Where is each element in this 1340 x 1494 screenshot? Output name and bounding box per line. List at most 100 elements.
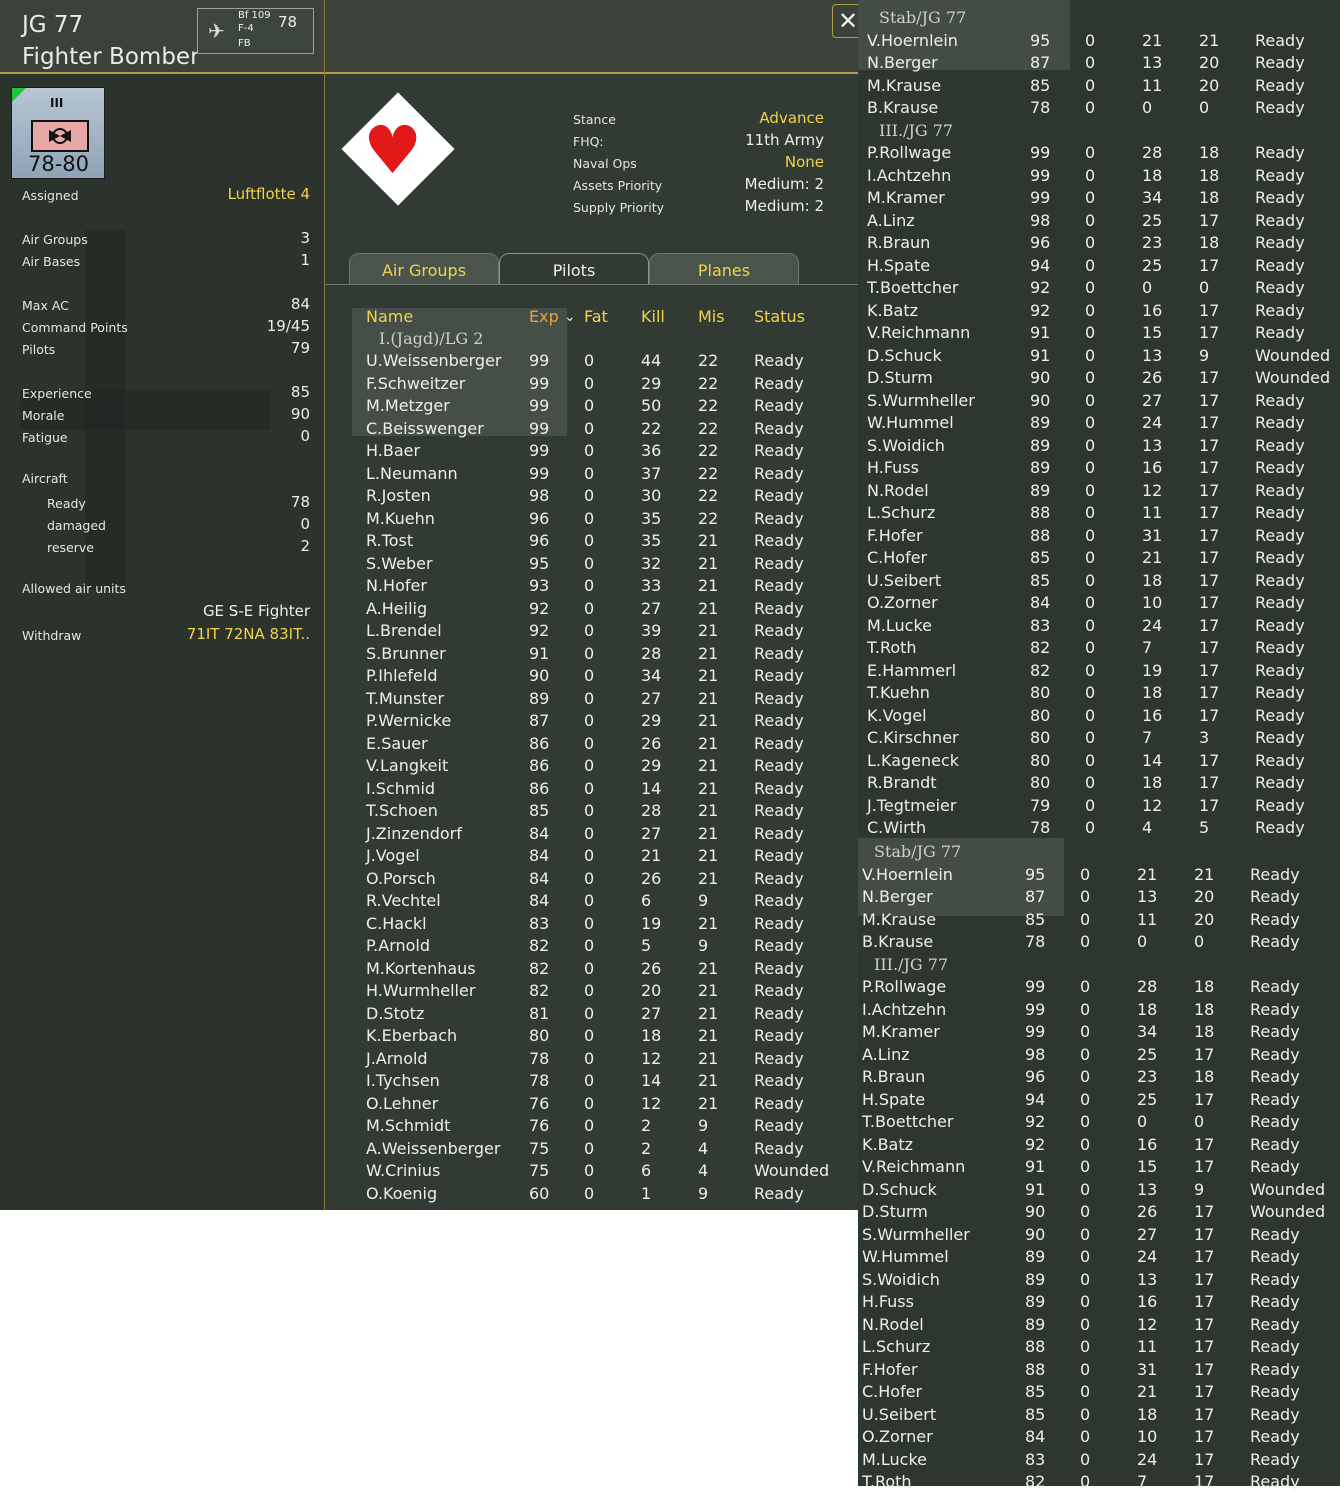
pilot-row[interactable]: T.Kuehn 80 0 18 17 Ready xyxy=(858,683,1340,705)
pilot-row[interactable]: P.Rollwage 99 0 28 18 Ready xyxy=(858,977,1340,999)
pilot-row[interactable]: M.Kortenhaus 82 0 26 21 Ready xyxy=(325,959,860,981)
pilot-row[interactable]: F.Hofer 88 0 31 17 Ready xyxy=(858,526,1340,548)
pilot-row[interactable]: C.Kirschner 80 0 7 3 Ready xyxy=(858,728,1340,750)
pilot-row[interactable]: M.Krause 85 0 11 20 Ready xyxy=(858,910,1340,932)
pilot-row[interactable]: L.Neumann 99 0 37 22 Ready xyxy=(325,464,860,486)
pilot-row[interactable]: V.Langkeit 86 0 29 21 Ready xyxy=(325,756,860,778)
col-mis-header[interactable]: Mis xyxy=(698,307,725,326)
pilot-row[interactable]: S.Wurmheller 90 0 27 17 Ready xyxy=(858,391,1340,413)
plane-badge[interactable]: ✈ Bf 109 F-4 FB 78 xyxy=(197,8,314,54)
supply-priority-value[interactable]: Medium: 2 xyxy=(745,197,824,215)
pilot-row[interactable]: W.Hummel 89 0 24 17 Ready xyxy=(858,413,1340,435)
pilot-row[interactable]: N.Rodel 89 0 12 17 Ready xyxy=(858,1315,1340,1337)
pilot-row[interactable]: A.Linz 98 0 25 17 Ready xyxy=(858,211,1340,233)
col-fat-header[interactable]: Fat xyxy=(584,307,608,326)
pilot-row[interactable]: N.Hofer 93 0 33 21 Ready xyxy=(325,576,860,598)
pilot-row[interactable]: F.Hofer 88 0 31 17 Ready xyxy=(858,1360,1340,1382)
pilot-row[interactable]: O.Koenig 60 0 1 9 Ready xyxy=(325,1184,860,1206)
pilot-row[interactable]: V.Reichmann 91 0 15 17 Ready xyxy=(858,1157,1340,1179)
pilot-row[interactable]: N.Rodel 89 0 12 17 Ready xyxy=(858,481,1340,503)
col-name-header[interactable]: Name xyxy=(366,307,413,326)
stance-value[interactable]: Advance xyxy=(759,109,824,127)
unit-counter[interactable]: III 78-80 xyxy=(11,87,105,179)
pilot-row[interactable]: M.Kramer 99 0 34 18 Ready xyxy=(858,1022,1340,1044)
sort-desc-icon[interactable]: ⌄ xyxy=(564,309,576,325)
col-exp-header[interactable]: Exp xyxy=(529,307,559,326)
tab-air-groups[interactable]: Air Groups xyxy=(349,253,499,284)
pilot-row[interactable]: E.Hammerl 82 0 19 17 Ready xyxy=(858,661,1340,683)
assets-priority-value[interactable]: Medium: 2 xyxy=(745,175,824,193)
pilot-row[interactable]: W.Hummel 89 0 24 17 Ready xyxy=(858,1247,1340,1269)
pilot-row[interactable]: K.Batz 92 0 16 17 Ready xyxy=(858,301,1340,323)
pilot-row[interactable]: R.Brandt 80 0 18 17 Ready xyxy=(858,773,1340,795)
pilot-row[interactable]: M.Schmidt 76 0 2 9 Ready xyxy=(325,1116,860,1138)
pilot-row[interactable]: R.Vechtel 84 0 6 9 Ready xyxy=(325,891,860,913)
pilot-row[interactable]: U.Seibert 85 0 18 17 Ready xyxy=(858,1405,1340,1427)
pilot-row[interactable]: M.Lucke 83 0 24 17 Ready xyxy=(858,616,1340,638)
pilot-row[interactable]: T.Schoen 85 0 28 21 Ready xyxy=(325,801,860,823)
pilot-row[interactable]: V.Reichmann 91 0 15 17 Ready xyxy=(858,323,1340,345)
pilot-row[interactable]: D.Schuck 91 0 13 9 Wounded xyxy=(858,1180,1340,1202)
pilot-row[interactable]: H.Spate 94 0 25 17 Ready xyxy=(858,1090,1340,1112)
pilot-row[interactable]: J.Arnold 78 0 12 21 Ready xyxy=(325,1049,860,1071)
pilot-row[interactable]: I.Schmid 86 0 14 21 Ready xyxy=(325,779,860,801)
pilot-row[interactable]: S.Wurmheller 90 0 27 17 Ready xyxy=(858,1225,1340,1247)
pilot-row[interactable]: C.Hackl 83 0 19 21 Ready xyxy=(325,914,860,936)
pilot-row[interactable]: T.Boettcher 92 0 0 0 Ready xyxy=(858,1112,1340,1134)
pilot-row[interactable]: S.Weber 95 0 32 21 Ready xyxy=(325,554,860,576)
pilot-row[interactable]: J.Zinzendorf 84 0 27 21 Ready xyxy=(325,824,860,846)
pilot-row[interactable]: P.Arnold 82 0 5 9 Ready xyxy=(325,936,860,958)
assigned-value[interactable]: Luftflotte 4 xyxy=(228,185,310,203)
pilot-row[interactable]: H.Fuss 89 0 16 17 Ready xyxy=(858,1292,1340,1314)
pilot-row[interactable]: J.Vogel 84 0 21 21 Ready xyxy=(325,846,860,868)
pilot-row[interactable]: J.Tegtmeier 79 0 12 17 Ready xyxy=(858,796,1340,818)
pilot-row[interactable]: O.Porsch 84 0 26 21 Ready xyxy=(325,869,860,891)
pilot-row[interactable]: U.Seibert 85 0 18 17 Ready xyxy=(858,571,1340,593)
pilot-row[interactable]: C.Beisswenger 99 0 22 22 Ready xyxy=(325,419,860,441)
withdraw-value[interactable]: 71IT 72NA 83IT.. xyxy=(187,625,310,643)
pilot-row[interactable]: O.Zorner 84 0 10 17 Ready xyxy=(858,593,1340,615)
pilot-row[interactable]: D.Schuck 91 0 13 9 Wounded xyxy=(858,346,1340,368)
pilot-row[interactable]: I.Achtzehn 99 0 18 18 Ready xyxy=(858,1000,1340,1022)
pilot-row[interactable]: H.Fuss 89 0 16 17 Ready xyxy=(858,458,1340,480)
pilot-row[interactable]: C.Wirth 78 0 4 5 Ready xyxy=(858,818,1340,840)
pilot-row[interactable]: S.Woidich 89 0 13 17 Ready xyxy=(858,436,1340,458)
tab-pilots[interactable]: Pilots xyxy=(499,253,649,284)
pilot-row[interactable]: E.Sauer 86 0 26 21 Ready xyxy=(325,734,860,756)
pilot-row[interactable]: D.Sturm 90 0 26 17 Wounded xyxy=(858,368,1340,390)
pilot-row[interactable]: D.Sturm 90 0 26 17 Wounded xyxy=(858,1202,1340,1224)
pilot-row[interactable]: M.Kramer 99 0 34 18 Ready xyxy=(858,188,1340,210)
pilot-row[interactable]: A.Weissenberger 75 0 2 4 Ready xyxy=(325,1139,860,1161)
pilot-row[interactable]: B.Krause 78 0 0 0 Ready xyxy=(858,932,1340,954)
col-kill-header[interactable]: Kill xyxy=(641,307,665,326)
pilot-row[interactable]: S.Brunner 91 0 28 21 Ready xyxy=(325,644,860,666)
pilot-row[interactable]: W.Crinius 75 0 6 4 Wounded xyxy=(325,1161,860,1183)
pilot-row[interactable]: P.Rollwage 99 0 28 18 Ready xyxy=(858,143,1340,165)
pilot-row[interactable]: V.Hoernlein 95 0 21 21 Ready xyxy=(858,31,1340,53)
pilot-row[interactable]: C.Hofer 85 0 21 17 Ready xyxy=(858,1382,1340,1404)
pilot-row[interactable]: L.Schurz 88 0 11 17 Ready xyxy=(858,503,1340,525)
pilot-row[interactable]: H.Spate 94 0 25 17 Ready xyxy=(858,256,1340,278)
pilot-row[interactable]: T.Roth 82 0 7 17 Ready xyxy=(858,638,1340,660)
pilot-row[interactable]: M.Kuehn 96 0 35 22 Ready xyxy=(325,509,860,531)
pilot-row[interactable]: M.Metzger 99 0 50 22 Ready xyxy=(325,396,860,418)
pilot-row[interactable]: A.Heilig 92 0 27 21 Ready xyxy=(325,599,860,621)
pilot-row[interactable]: T.Munster 89 0 27 21 Ready xyxy=(325,689,860,711)
pilot-row[interactable]: I.Tychsen 78 0 14 21 Ready xyxy=(325,1071,860,1093)
pilot-row[interactable]: N.Berger 87 0 13 20 Ready xyxy=(858,887,1340,909)
pilot-row[interactable]: B.Krause 78 0 0 0 Ready xyxy=(858,98,1340,120)
pilot-row[interactable]: O.Zorner 84 0 10 17 Ready xyxy=(858,1427,1340,1449)
pilot-row[interactable]: L.Brendel 92 0 39 21 Ready xyxy=(325,621,860,643)
pilot-row[interactable]: N.Berger 87 0 13 20 Ready xyxy=(858,53,1340,75)
pilot-row[interactable]: R.Josten 98 0 30 22 Ready xyxy=(325,486,860,508)
naval-ops-value[interactable]: None xyxy=(785,153,824,171)
fhq-value[interactable]: 11th Army xyxy=(745,131,824,149)
pilot-row[interactable]: R.Braun 96 0 23 18 Ready xyxy=(858,233,1340,255)
pilot-row[interactable]: K.Eberbach 80 0 18 21 Ready xyxy=(325,1026,860,1048)
pilot-row[interactable]: O.Lehner 76 0 12 21 Ready xyxy=(325,1094,860,1116)
pilot-row[interactable]: A.Linz 98 0 25 17 Ready xyxy=(858,1045,1340,1067)
pilot-row[interactable]: R.Tost 96 0 35 21 Ready xyxy=(325,531,860,553)
pilot-row[interactable]: C.Hofer 85 0 21 17 Ready xyxy=(858,548,1340,570)
pilot-row[interactable]: I.Achtzehn 99 0 18 18 Ready xyxy=(858,166,1340,188)
pilot-row[interactable]: V.Hoernlein 95 0 21 21 Ready xyxy=(858,865,1340,887)
